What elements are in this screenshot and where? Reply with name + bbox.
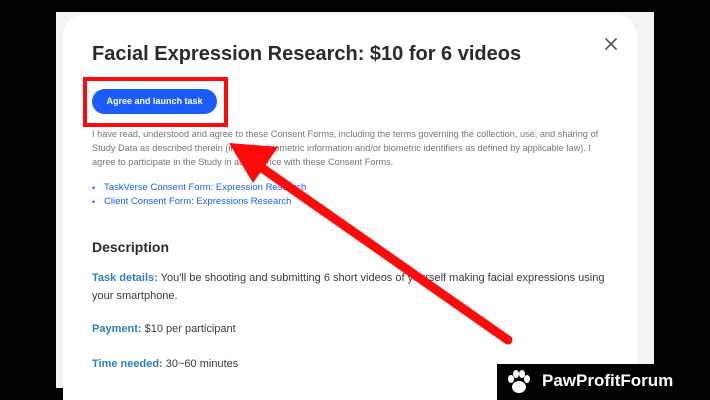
list-item: • Client Consent Form: Expressions Resea…: [92, 195, 592, 209]
task-details: Task details: You'll be shooting and sub…: [92, 269, 612, 305]
watermark: PawProfitForum: [497, 364, 710, 400]
bullet: •: [92, 183, 96, 193]
watermark-text: PawProfitForum: [542, 371, 674, 390]
bullet: •: [92, 197, 96, 207]
payment-value: $10 per participant: [141, 323, 236, 335]
consent-form-links: • TaskVerse Consent Form: Expression Res…: [92, 181, 592, 209]
paw-icon: [508, 370, 530, 393]
taskverse-consent-link[interactable]: TaskVerse Consent Form: Expression Resea…: [104, 181, 306, 195]
time-needed-label: Time needed:: [92, 358, 163, 370]
list-item: • TaskVerse Consent Form: Expression Res…: [92, 181, 592, 195]
task-details-value: You'll be shooting and submitting 6 shor…: [92, 272, 605, 302]
time-needed-value: 30~60 minutes: [162, 358, 239, 370]
consent-text: I have read, understood and agree to the…: [92, 129, 599, 167]
red-highlight-box: [83, 77, 228, 127]
payment-info: Payment: $10 per participant: [92, 320, 612, 338]
close-icon[interactable]: [600, 33, 622, 55]
description-heading: Description: [92, 239, 170, 255]
client-consent-link[interactable]: Client Consent Form: Expressions Researc…: [104, 195, 291, 209]
modal-title: Facial Expression Research: $10 for 6 vi…: [92, 43, 522, 65]
task-details-label: Task details:: [92, 272, 158, 284]
payment-label: Payment:: [92, 323, 142, 335]
